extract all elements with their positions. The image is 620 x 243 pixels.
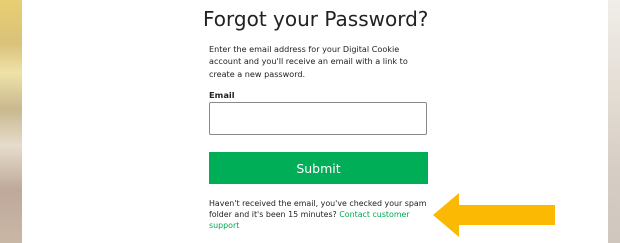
page-title: Forgot your Password? (203, 7, 429, 31)
email-label: Email (209, 90, 235, 100)
background-photo-left (0, 0, 22, 243)
background-photo-right (608, 0, 620, 243)
email-field[interactable] (209, 102, 427, 135)
submit-button[interactable]: Submit (209, 152, 428, 184)
help-text: Haven't received the email, you've check… (209, 198, 433, 231)
left-arrow-icon (433, 193, 555, 237)
instructions-text: Enter the email address for your Digital… (209, 44, 408, 79)
arrow-shape (433, 193, 555, 237)
